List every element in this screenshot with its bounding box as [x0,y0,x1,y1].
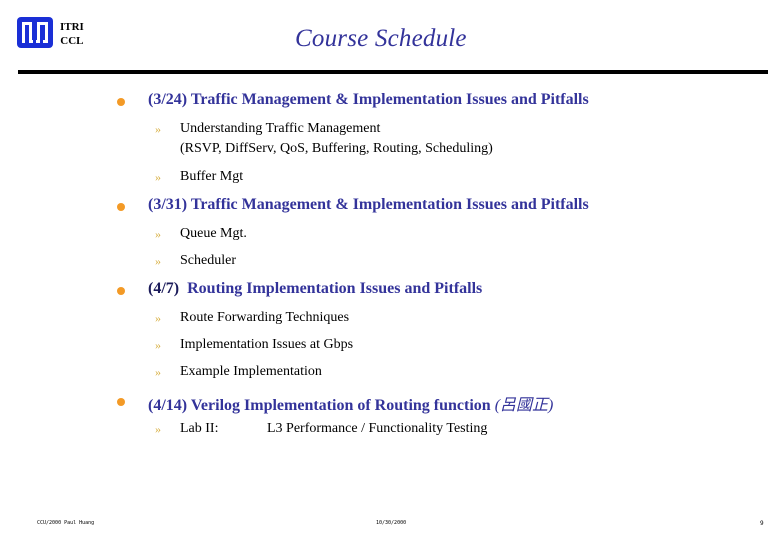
section-instructor: (呂國正) [494,397,554,414]
double-chevron-icon: » [155,122,161,136]
header-divider [18,70,768,74]
section-title: Verilog Implementation of Routing functi… [190,397,491,414]
list-item-text: Route Forwarding Techniques [180,310,350,325]
organization-name: ITRI CCL [60,20,84,48]
section-heading: (3/31) Traffic Management & Implementati… [148,196,589,214]
list-item: » Queue Mgt. [155,224,247,245]
list-item: » Lab II: L3 Performance / Functionality T… [155,419,487,440]
bullet-icon [117,98,125,106]
page-number: 9 [760,520,764,527]
org-line-2: CCL [60,35,84,47]
list-item-text: L3 Performance / Functionality Testing [267,421,488,436]
section-title: Traffic Management & Implementation Issu… [190,91,589,108]
section-title: Routing Implementation Issues and Pitfal… [187,280,483,297]
bullet-icon [117,287,125,295]
org-line-1: ITRI [60,21,84,33]
list-item-text: Example Implementation [180,364,322,379]
page-title: Course Schedule [295,25,467,52]
list-item-text: Understanding Traffic Management [180,121,381,136]
section-title: Traffic Management & Implementation Issu… [190,196,589,213]
list-item: » Route Forwarding Techniques [155,308,349,329]
bullet-icon [117,203,125,211]
bullet-icon [117,398,125,406]
double-chevron-icon: » [155,227,161,241]
list-item-text-continued: (RSVP, DiffServ, QoS, Buffering, Routing… [180,141,493,156]
double-chevron-icon: » [155,311,161,325]
list-item-label: Lab II: [180,421,219,436]
double-chevron-icon: » [155,170,161,184]
double-chevron-icon: » [155,422,161,436]
footer-author: CCU/2000 Paul Huang [37,520,95,526]
double-chevron-icon: » [155,365,161,379]
section-date: (4/7) [148,280,180,297]
double-chevron-icon: » [155,338,161,352]
list-item: » Buffer Mgt [155,167,243,188]
list-item-text: Buffer Mgt [180,169,244,184]
list-item-text: Queue Mgt. [180,226,247,241]
list-item-text: Scheduler [180,253,236,268]
list-item: » Example Implementation [155,362,322,383]
double-chevron-icon: » [155,254,161,268]
section-heading: (4/7) Routing Implementation Issues and … [148,280,482,298]
footer-date: 10/30/2000 [376,520,407,526]
section-date: (3/24) [148,91,188,108]
section-heading: (3/24) Traffic Management & Implementati… [148,91,589,109]
list-item: » Scheduler [155,251,236,272]
section-date: (4/14) [148,397,188,414]
section-date: (3/31) [148,196,188,213]
list-item: » Implementation Issues at Gbps [155,335,353,356]
itri-logo-icon [17,17,53,48]
list-item-text: Implementation Issues at Gbps [180,337,354,352]
section-heading: (4/14) Verilog Implementation of Routing… [148,391,553,415]
list-item: » Understanding Traffic Management (RSVP, … [155,119,493,159]
